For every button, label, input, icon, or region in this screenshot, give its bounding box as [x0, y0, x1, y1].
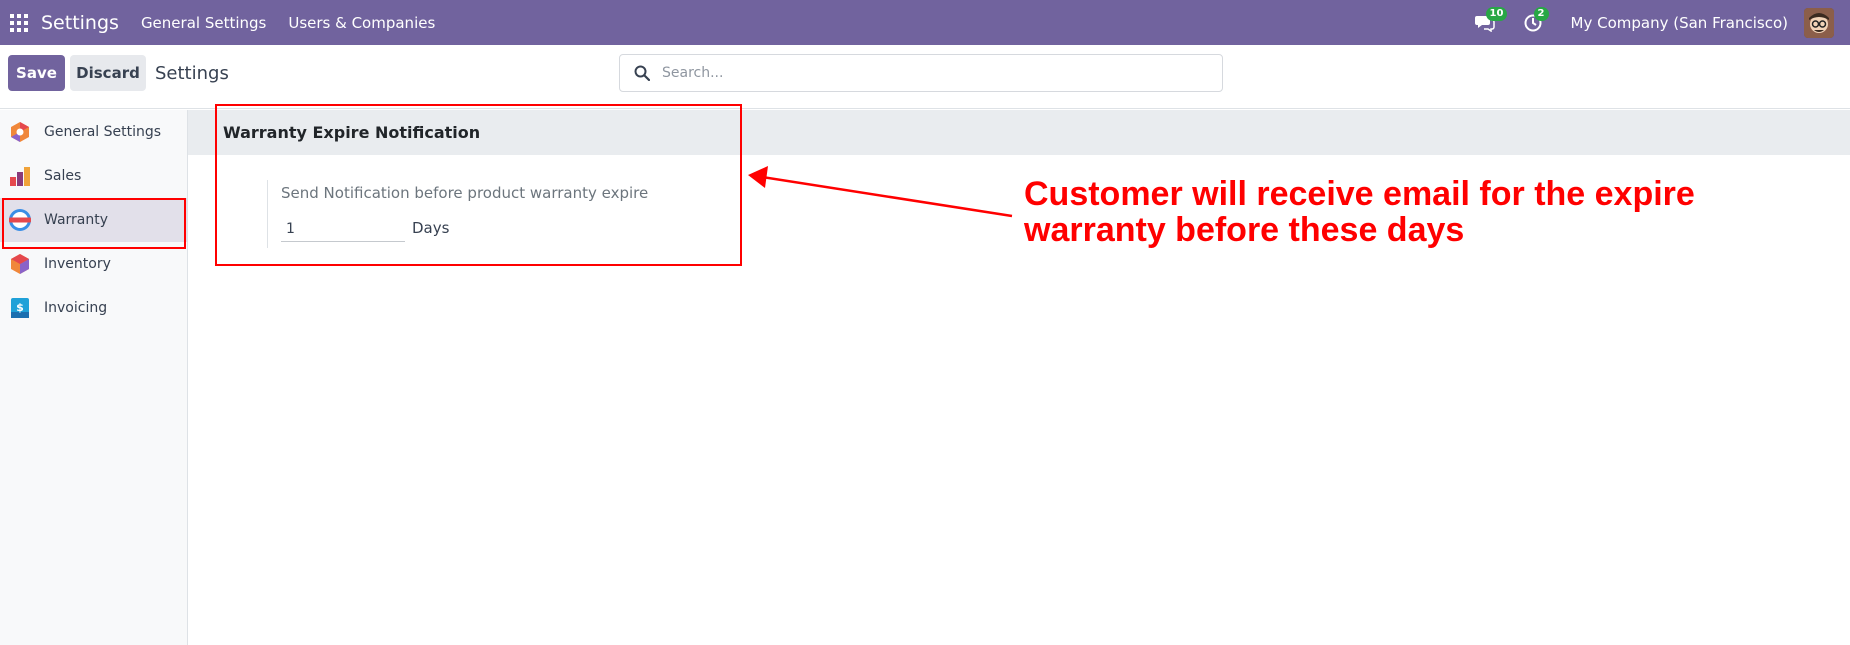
annotation-arrow	[748, 166, 1013, 218]
annotation-line-2: warranty before these days	[1024, 211, 1465, 249]
annotation-text: Customer will receive email for the expi…	[1024, 176, 1695, 248]
annotation-line-1: Customer will receive email for the expi…	[1024, 175, 1695, 213]
